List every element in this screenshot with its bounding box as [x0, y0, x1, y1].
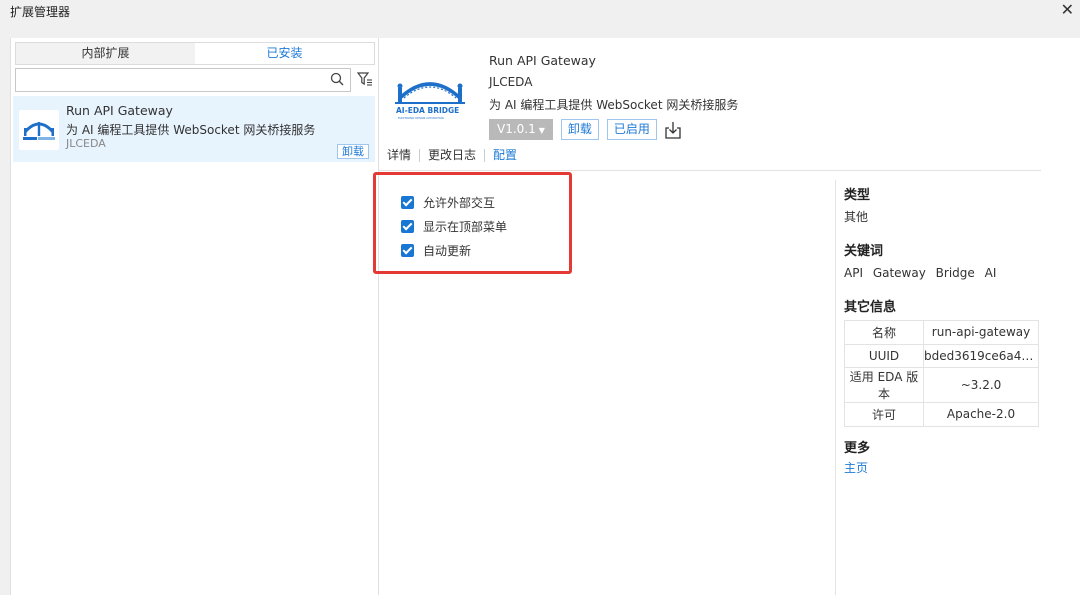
detail-subtabs: 详情 更改日志 配置	[387, 149, 525, 162]
allow-external-interaction-checkbox[interactable]: 允许外部交互	[401, 190, 507, 214]
keywords-list: API Gateway Bridge AI	[844, 262, 1041, 292]
keyword-tag: AI	[984, 266, 997, 280]
type-value: 其他	[844, 210, 869, 224]
info-value: run-api-gateway	[923, 320, 1039, 345]
close-icon[interactable]: ✕	[1061, 0, 1074, 20]
download-icon[interactable]	[663, 120, 683, 140]
logo-text: AI-EDA BRIDGE	[396, 106, 459, 115]
info-key: 适用 EDA 版本	[844, 367, 924, 403]
checkbox-label: 自动更新	[423, 243, 472, 258]
logo-subtext: ELECTRONIC DESIGN AUTOMATION	[398, 116, 444, 120]
extension-list-panel: 内部扩展 已安装 Run API Gateway 为 AI 编程工具提供 Web…	[11, 38, 379, 595]
ai-eda-bridge-logo: AI-EDA BRIDGE ELECTRONIC DESIGN AUTOMATI…	[395, 82, 465, 120]
extension-tabs: 内部扩展 已安装	[15, 42, 375, 65]
info-value: Apache-2.0	[923, 402, 1039, 427]
extension-description: 为 AI 编程工具提供 WebSocket 网关桥接服务	[489, 98, 739, 112]
checkbox-checked-icon	[401, 243, 414, 257]
show-in-top-menu-checkbox[interactable]: 显示在顶部菜单	[401, 214, 507, 238]
version-label: V1.0.1	[497, 122, 536, 136]
more-heading: 更多	[844, 440, 871, 456]
info-key: 名称	[844, 320, 924, 345]
info-table: 名称 run-api-gateway UUID bded3619ce6a4e6… 适…	[844, 320, 1039, 427]
keyword-tag: Gateway	[872, 266, 926, 280]
enabled-button[interactable]: 已启用	[606, 119, 657, 140]
checkbox-checked-icon	[401, 195, 414, 209]
checkbox-label: 显示在顶部菜单	[423, 219, 508, 234]
table-row: 许可 Apache-2.0	[844, 402, 1039, 427]
version-dropdown[interactable]: V1.0.1 ▼	[489, 119, 553, 140]
table-row: 适用 EDA 版本 ~3.2.0	[844, 367, 1039, 403]
info-key: UUID	[844, 343, 924, 368]
extension-logo-icon	[19, 110, 59, 150]
extension-author: JLCEDA	[489, 75, 533, 89]
config-settings: 允许外部交互 显示在顶部菜单 自动更新	[401, 190, 507, 262]
info-value: bded3619ce6a4e6…	[923, 343, 1039, 368]
tab-changelog[interactable]: 更改日志	[420, 149, 486, 162]
tab-installed[interactable]: 已安装	[195, 43, 374, 64]
keyword-tag: Bridge	[935, 266, 975, 280]
info-value: ~3.2.0	[923, 367, 1039, 403]
other-info-heading: 其它信息	[844, 300, 897, 315]
extension-name: Run API Gateway	[489, 53, 596, 68]
item-name: Run API Gateway	[66, 103, 173, 118]
info-key: 许可	[844, 402, 924, 427]
info-sidebar: 类型 其他 关键词 API Gateway Bridge AI 其它信息 名称 r…	[835, 180, 1041, 595]
tab-details[interactable]: 详情	[387, 149, 421, 162]
window-title: 扩展管理器	[10, 5, 71, 19]
keyword-tag: API	[844, 266, 863, 280]
extension-manager-window: 内部扩展 已安装 Run API Gateway 为 AI 编程工具提供 Web…	[10, 38, 1080, 595]
caret-down-icon: ▼	[538, 126, 545, 135]
filter-icon[interactable]	[357, 71, 373, 87]
checkbox-label: 允许外部交互	[423, 195, 496, 210]
item-uninstall-button[interactable]: 卸载	[337, 144, 369, 159]
list-item[interactable]: Run API Gateway 为 AI 编程工具提供 WebSocket 网关…	[13, 96, 375, 162]
auto-update-checkbox[interactable]: 自动更新	[401, 238, 507, 262]
divider	[379, 170, 1041, 171]
search-icon[interactable]	[330, 72, 344, 86]
extension-detail-panel: AI-EDA BRIDGE ELECTRONIC DESIGN AUTOMATI…	[373, 38, 1080, 595]
table-row: 名称 run-api-gateway	[844, 320, 1039, 345]
keywords-heading: 关键词	[844, 244, 884, 259]
search-input[interactable]	[15, 68, 351, 92]
checkbox-checked-icon	[401, 219, 414, 233]
item-description: 为 AI 编程工具提供 WebSocket 网关桥接服务	[66, 123, 316, 137]
item-author: JLCEDA	[66, 137, 106, 150]
homepage-link[interactable]: 主页	[844, 459, 1041, 476]
uninstall-button[interactable]: 卸载	[560, 119, 599, 140]
type-heading: 类型	[844, 188, 871, 203]
tab-internal[interactable]: 内部扩展	[16, 43, 195, 64]
action-buttons: V1.0.1 ▼ 卸载 已启用	[489, 119, 683, 140]
table-row: UUID bded3619ce6a4e6…	[844, 343, 1039, 368]
tab-config[interactable]: 配置	[485, 149, 525, 162]
title-bar: 扩展管理器 ✕	[0, 0, 1080, 22]
